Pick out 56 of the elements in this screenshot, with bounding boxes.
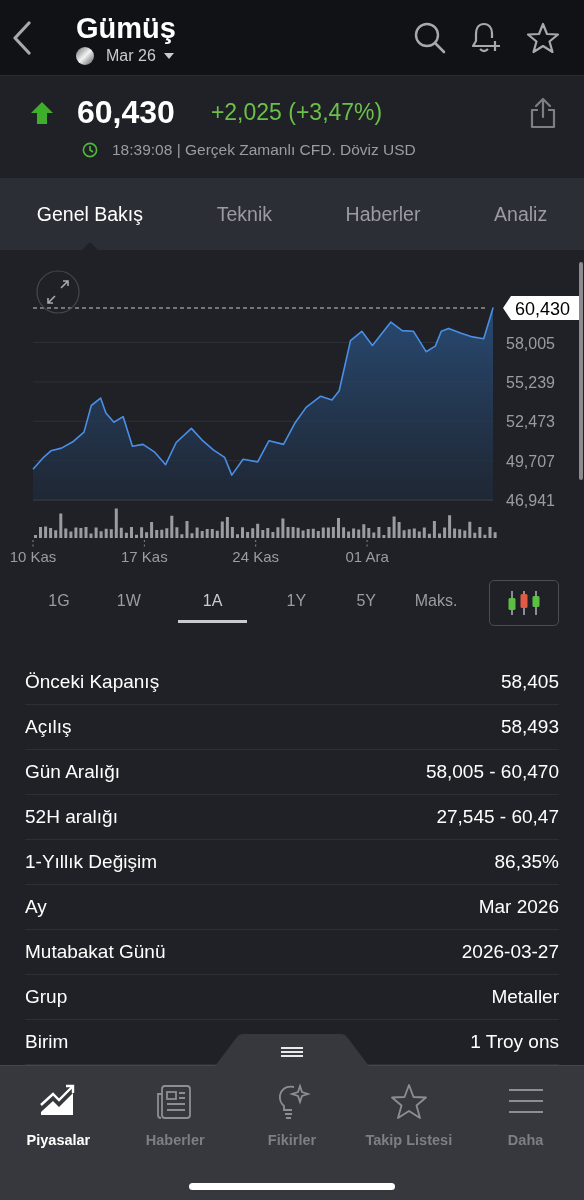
- back-icon[interactable]: [12, 20, 32, 55]
- range-tab[interactable]: 5Y: [331, 582, 402, 623]
- chart-type-button[interactable]: [488, 579, 559, 626]
- range-tab[interactable]: 1Y: [261, 582, 332, 623]
- stat-value: 86,35%: [494, 851, 559, 873]
- stat-label: Önceki Kapanış: [25, 671, 160, 693]
- stat-value: Mar 2026: [478, 896, 559, 918]
- expand-icon[interactable]: [36, 270, 80, 314]
- price-tag: 60,430: [503, 296, 581, 320]
- tab[interactable]: Genel Bakış: [36, 178, 144, 250]
- stat-value: 58,005 - 60,470: [425, 761, 559, 783]
- stat-label: Açılış: [25, 716, 72, 738]
- star-icon[interactable]: [526, 21, 560, 54]
- x-axis-label: 17 Kas: [121, 548, 168, 565]
- stat-label: Ay: [25, 896, 47, 918]
- clock-icon: [82, 142, 98, 158]
- stat-label: Grup: [25, 986, 68, 1008]
- quote-status: 18:39:08 | Gerçek Zamanlı CFD. Döviz USD: [112, 141, 416, 159]
- range-tab[interactable]: 1G: [24, 582, 94, 623]
- bell-plus-icon[interactable]: [470, 20, 502, 55]
- star-icon: [388, 1082, 429, 1122]
- stat-label: 1-Yıllık Değişim: [25, 851, 157, 873]
- tab[interactable]: Analiz: [494, 178, 548, 250]
- instrument-title: Gümüş: [76, 10, 177, 45]
- coin-icon: [76, 46, 94, 65]
- stat-value: Metaller: [491, 986, 559, 1008]
- drawer-handle[interactable]: [215, 1034, 369, 1066]
- stat-value: 27,545 - 60,47: [436, 806, 559, 828]
- y-axis-label: 52,473: [506, 413, 555, 431]
- x-axis-label: 24 Kas: [232, 548, 280, 565]
- y-axis-label: 46,941: [506, 492, 555, 509]
- stat-value: 58,493: [500, 716, 559, 738]
- tab[interactable]: Teknik: [216, 178, 272, 250]
- tab[interactable]: Haberler: [345, 178, 421, 250]
- stat-label: Birim: [25, 1031, 69, 1053]
- caret-icon: [163, 52, 174, 59]
- stat-value: 2026-03-27: [461, 941, 559, 963]
- range-tab[interactable]: 1W: [93, 582, 164, 623]
- nav-item[interactable]: Piyasalar: [0, 1066, 117, 1148]
- contract-dropdown[interactable]: Mar 26: [106, 46, 174, 65]
- stat-label: Gün Aralığı: [25, 761, 121, 783]
- stat-value: 58,405: [500, 671, 559, 693]
- share-icon[interactable]: [530, 96, 556, 129]
- last-price: 60,430: [77, 94, 175, 131]
- stat-label: Mutabakat Günü: [25, 941, 166, 963]
- range-tab[interactable]: Maks.: [401, 582, 471, 623]
- price-change: +2,025 (+3,47%): [210, 99, 384, 126]
- x-axis-label: 01 Ara: [345, 548, 389, 565]
- range-tab[interactable]: 1A: [177, 582, 248, 623]
- y-axis-label: 55,239: [506, 373, 555, 391]
- search-icon[interactable]: [414, 21, 446, 54]
- stat-value: 1 Troy ons: [470, 1031, 559, 1053]
- x-axis-label: 10 Kas: [9, 548, 57, 565]
- y-axis-label: 49,707: [506, 452, 555, 470]
- stat-label: 52H aralığı: [25, 806, 118, 828]
- y-axis-label: 58,005: [506, 334, 555, 352]
